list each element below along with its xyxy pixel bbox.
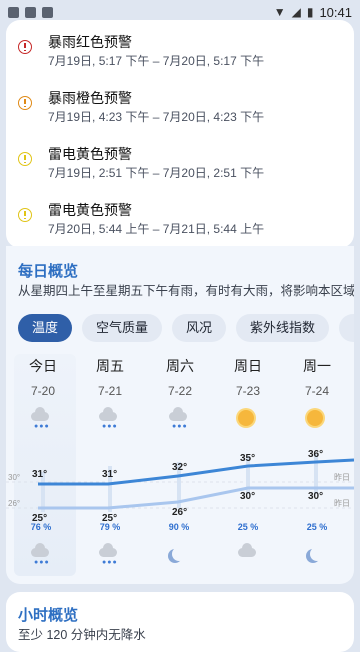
day-column[interactable]: 周一 7-24 (285, 356, 349, 398)
metric-chips: 温度 空气质量 风况 紫外线指数 降水 (18, 314, 354, 342)
day-name: 周一 (303, 358, 331, 374)
rain-cloud-icon: ●●● (96, 543, 120, 566)
alert-warning-icon (18, 208, 32, 222)
daily-overview-card: 每日概览 从星期四上午至星期五下午有雨，有时有大雨，将影响本区域 温度 空气质量… (6, 246, 354, 584)
rain-cloud-icon: ●●● (96, 407, 120, 430)
rain-cloud-icon: ●●● (166, 407, 190, 430)
low-temp-label: 30° (308, 491, 323, 502)
alert-title: 暴雨红色预警 (48, 34, 132, 50)
axis-upper-label: 30° (8, 473, 20, 482)
chip-wind[interactable]: 风况 (172, 314, 227, 342)
chip-air-quality[interactable]: 空气质量 (82, 314, 163, 342)
low-temp-label: 30° (240, 491, 255, 502)
alert-item[interactable]: 雷电黄色预警 7月20日, 5:44 上午 – 7月21日, 5:44 上午 (6, 188, 354, 240)
alert-item[interactable]: 暴雨橙色预警 7月19日, 4:23 下午 – 7月20日, 4:23 下午 (6, 76, 354, 128)
day-column[interactable]: 今日 7-20 (11, 356, 75, 398)
axis-lower-label: 26° (8, 499, 20, 508)
day-column[interactable]: 周日 7-23 (216, 356, 280, 398)
day-date: 7-23 (235, 384, 261, 398)
weather-alerts-card: 暴雨红色预警 7月19日, 5:17 下午 – 7月20日, 5:17 下午 暴… (6, 20, 354, 248)
high-temp-label: 31° (102, 469, 117, 480)
chip-uv-index[interactable]: 紫外线指数 (236, 314, 330, 342)
alert-item[interactable]: 雷电黄色预警 7月19日, 2:51 下午 – 7月20日, 2:51 下午 (6, 132, 354, 184)
day-date: 7-20 (30, 384, 56, 398)
high-temperature-line (38, 458, 354, 486)
wifi-icon: ▼ (273, 5, 286, 19)
hourly-overview-subtitle: 至少 120 分钟内无降水 (18, 628, 146, 642)
battery-icon: ▮ (306, 5, 314, 19)
rain-cloud-icon: ●●● (28, 543, 52, 566)
rain-cloud-icon: ●●● (28, 407, 52, 430)
day-name: 周日 (234, 358, 262, 374)
day-column[interactable]: 周六 7-22 (148, 356, 212, 398)
day-name: 周五 (96, 358, 124, 374)
high-temp-label: 32° (172, 462, 187, 473)
alert-time: 7月19日, 4:23 下午 – 7月20日, 4:23 下午 (48, 110, 265, 124)
alert-title: 雷电黄色预警 (48, 202, 132, 218)
daily-overview-title: 每日概览 (18, 263, 79, 280)
precip-percent: 79 % (99, 522, 121, 532)
alert-time: 7月19日, 5:17 下午 – 7月20日, 5:17 下午 (48, 54, 265, 68)
signal-icon: ◢ (291, 5, 301, 19)
high-temp-label: 35° (240, 453, 255, 464)
status-time: 10:41 (319, 4, 352, 20)
cloud-icon (235, 543, 259, 566)
precip-percent: 76 % (30, 522, 52, 532)
low-temperature-line (38, 486, 354, 510)
alert-title: 暴雨橙色预警 (48, 90, 132, 106)
moon-icon (166, 544, 190, 566)
high-temp-label: 36° (308, 449, 323, 460)
low-temp-label: 26° (172, 507, 187, 518)
alert-title: 雷电黄色预警 (48, 146, 132, 162)
hourly-overview-card[interactable]: 小时概览 至少 120 分钟内无降水 (6, 592, 354, 652)
alert-warning-icon (18, 40, 32, 54)
yesterday-high-label: 昨日 (334, 472, 350, 482)
daily-overview-description: 从星期四上午至星期五下午有雨，有时有大雨，将影响本区域 (18, 284, 354, 298)
day-name: 周六 (166, 358, 194, 374)
day-column[interactable]: 周五 7-21 (78, 356, 142, 398)
yesterday-low-label: 昨日 (334, 498, 350, 508)
precip-percent: 25 % (237, 522, 259, 532)
day-date: 7-22 (167, 384, 193, 398)
alert-time: 7月20日, 5:44 上午 – 7月21日, 5:44 上午 (48, 222, 265, 236)
gallery-notification-icon (8, 6, 19, 18)
sun-icon (235, 408, 259, 430)
day-date: 7-24 (304, 384, 330, 398)
text-notification-icon (42, 6, 53, 18)
moon-icon (304, 544, 328, 566)
high-temp-label: 31° (32, 469, 47, 480)
alert-item[interactable]: 暴雨红色预警 7月19日, 5:17 下午 – 7月20日, 5:17 下午 (6, 20, 354, 72)
app-notification-icon (25, 6, 36, 18)
alert-warning-icon (18, 96, 32, 110)
hourly-overview-title: 小时概览 (18, 607, 79, 624)
day-date: 7-21 (97, 384, 123, 398)
precip-percent: 90 % (168, 522, 190, 532)
precip-percent: 25 % (306, 522, 328, 532)
chip-precipitation[interactable]: 降水 (339, 314, 354, 342)
sun-icon (304, 408, 328, 430)
alert-warning-icon (18, 152, 32, 166)
chip-temperature[interactable]: 温度 (18, 314, 73, 342)
alert-time: 7月19日, 2:51 下午 – 7月20日, 2:51 下午 (48, 166, 265, 180)
day-name: 今日 (29, 358, 57, 374)
